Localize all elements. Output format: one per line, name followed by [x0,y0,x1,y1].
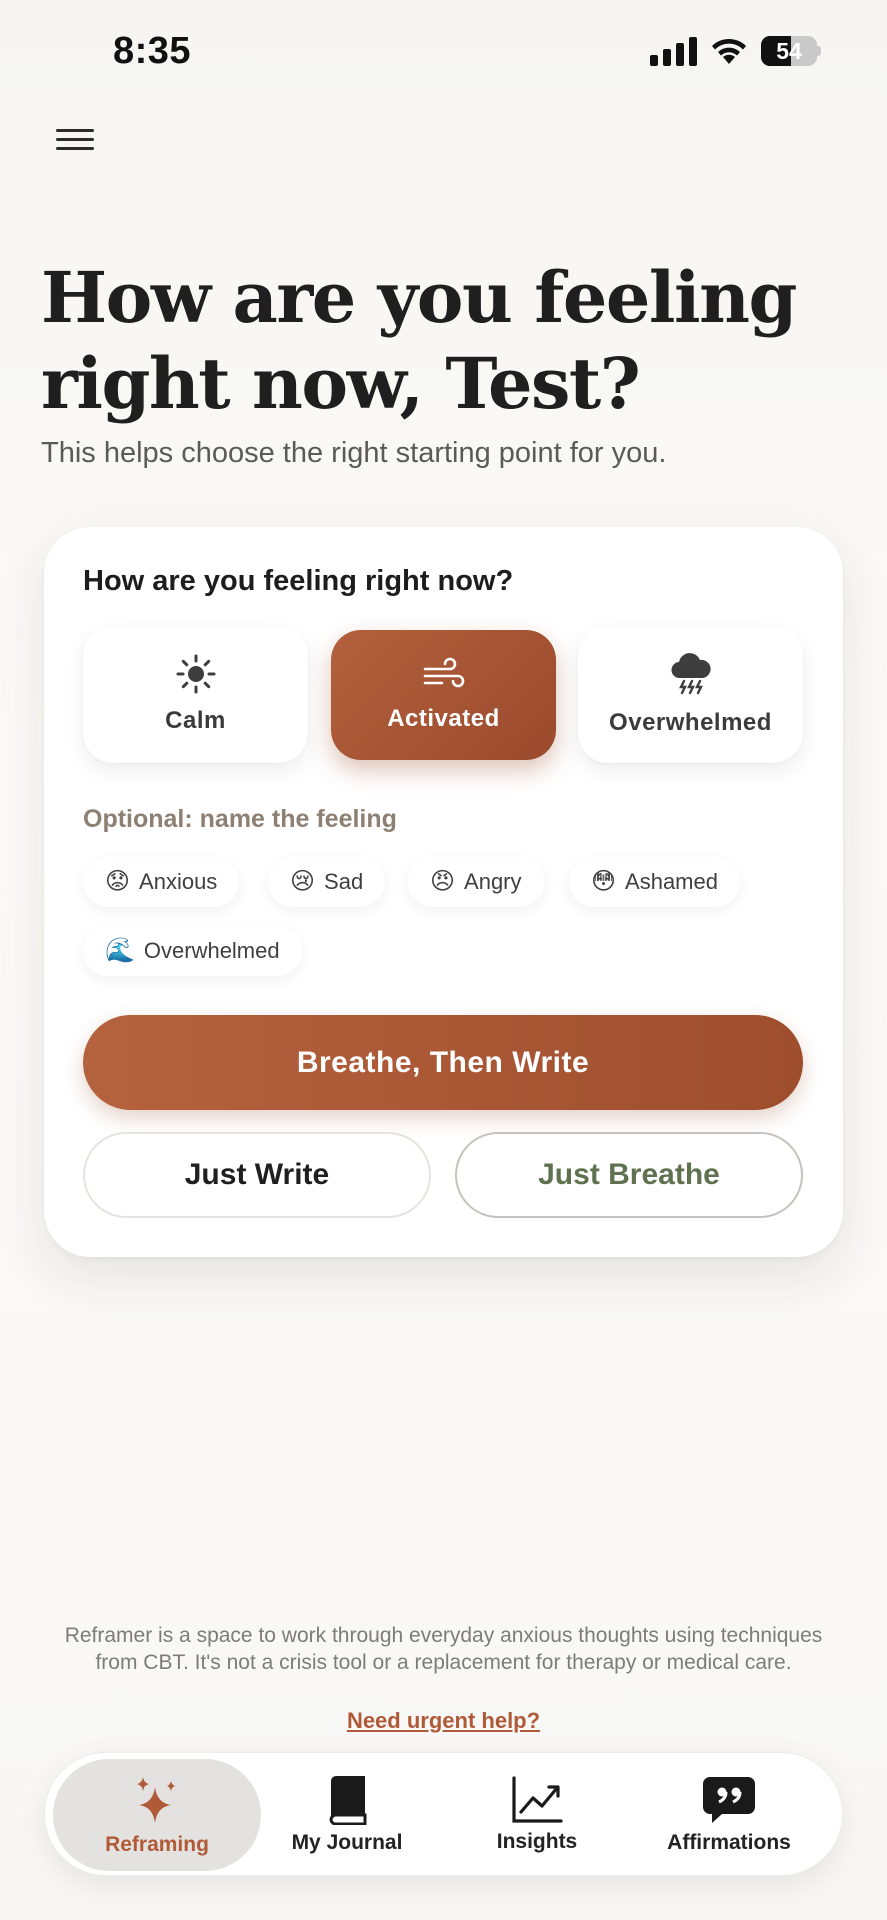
just-write-button[interactable]: Just Write [83,1132,431,1218]
mood-option-calm[interactable]: Calm [83,625,308,763]
status-icons: 54 [650,36,821,66]
sparkle-icon [137,1777,175,1823]
urgent-help-link[interactable]: Need urgent help? [0,1708,887,1734]
feeling-chip-sad[interactable]: 😢 Sad [268,857,386,907]
wifi-icon [712,38,746,64]
mood-option-activated[interactable]: Activated [331,630,556,760]
mood-option-overwhelmed[interactable]: Overwhelmed [578,625,803,763]
angry-emoji-icon: 😠 [430,868,456,895]
page-subtitle: This helps choose the right starting poi… [41,437,667,469]
anxious-emoji-icon: 😟 [105,868,131,895]
mood-label: Calm [165,707,226,734]
book-icon [329,1776,367,1825]
tab-affirmations[interactable]: Affirmations [625,1759,833,1871]
page-title: How are you feeling right now, Test? [41,256,797,425]
bottom-tab-bar: Reframing My Journal Insights Affirmatio… [44,1752,843,1876]
mood-check-card: How are you feeling right now? Calm Acti… [44,527,843,1257]
quote-bubble-icon [703,1777,755,1823]
wave-emoji-icon: 🌊 [105,937,135,964]
trend-chart-icon [512,1776,563,1823]
status-bar: 8:35 54 [0,0,887,100]
storm-cloud-icon [670,653,711,695]
breathe-then-write-button[interactable]: Breathe, Then Write [83,1015,803,1110]
battery-icon: 54 [761,36,821,66]
sun-icon [176,654,215,694]
feeling-chip-overwhelmed[interactable]: 🌊 Overwhelmed [83,926,302,976]
disclaimer-text: Reframer is a space to work through ever… [64,1624,823,1674]
hamburger-menu-icon[interactable] [56,124,94,154]
tab-insights[interactable]: Insights [433,1759,641,1871]
wind-icon [423,657,464,688]
mood-label: Activated [387,705,500,732]
optional-feeling-label: Optional: name the feeling [83,805,397,833]
status-time: 8:35 [113,30,192,72]
just-breathe-button[interactable]: Just Breathe [455,1132,803,1218]
feeling-chip-ashamed[interactable]: 😳 Ashamed [569,857,740,907]
feeling-chip-anxious[interactable]: 😟 Anxious [83,857,240,907]
card-question: How are you feeling right now? [83,565,514,597]
tab-my-journal[interactable]: My Journal [243,1759,451,1871]
tab-reframing[interactable]: Reframing [53,1759,261,1871]
feeling-chip-angry[interactable]: 😠 Angry [408,857,544,907]
ashamed-emoji-icon: 😳 [591,868,617,895]
sad-emoji-icon: 😢 [290,868,316,895]
mood-label: Overwhelmed [609,709,772,736]
signal-icon [650,36,697,66]
battery-level: 54 [776,38,802,64]
